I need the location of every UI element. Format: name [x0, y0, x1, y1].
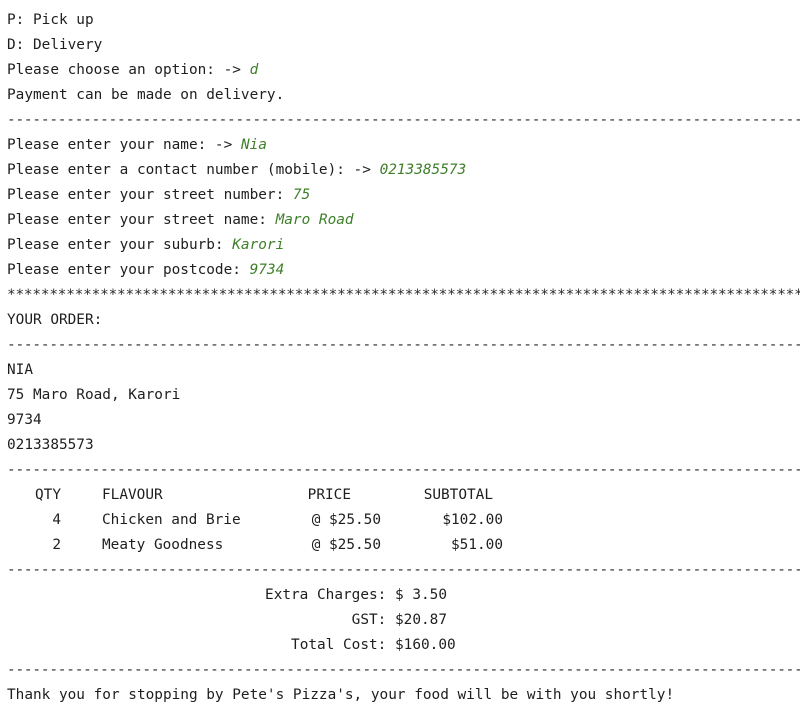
contact-line: Please enter a contact number (mobile): …	[7, 158, 800, 183]
choose-option-prompt: Please choose an option: ->	[7, 62, 250, 78]
postcode-line: Please enter your postcode: 9734	[7, 258, 800, 283]
qty-header: QTY	[35, 487, 61, 503]
menu-option-pickup: P: Pick up	[7, 12, 94, 28]
street-name-prompt: Please enter your street name:	[7, 212, 276, 228]
star-separator: ****************************************…	[7, 287, 800, 303]
choose-option-input[interactable]: d	[250, 62, 259, 78]
order-postcode: 9734	[7, 412, 42, 428]
subtotal-header: SUBTOTAL	[423, 487, 493, 503]
suburb-line: Please enter your suburb: Karori	[7, 233, 800, 258]
menu-option-delivery: D: Delivery	[7, 37, 103, 53]
postcode-input[interactable]: 9734	[250, 262, 285, 278]
postcode-prompt: Please enter your postcode:	[7, 262, 250, 278]
choose-option-line: Please choose an option: -> d	[7, 58, 800, 83]
item-qty: 2	[52, 537, 61, 553]
street-number-line: Please enter your street number: 75	[7, 183, 800, 208]
order-address: 75 Maro Road, Karori	[7, 387, 181, 403]
order-heading: YOUR ORDER:	[7, 312, 103, 328]
name-input[interactable]: Nia	[241, 137, 267, 153]
item-price: @ $25.50	[311, 537, 381, 553]
console-output: P: Pick up D: Delivery Please choose an …	[7, 8, 800, 708]
separator: ----------------------------------------…	[7, 112, 800, 128]
total-cost-value: $160.00	[395, 637, 456, 653]
total-cost-label: Total Cost:	[291, 637, 395, 653]
gst-label: GST:	[351, 612, 395, 628]
separator: ----------------------------------------…	[7, 562, 800, 578]
contact-input[interactable]: 0213385573	[380, 162, 467, 178]
item-subtotal: $102.00	[442, 512, 503, 528]
total-cost-line: Total Cost: $160.00	[7, 633, 800, 658]
payment-note: Payment can be made on delivery.	[7, 87, 285, 103]
street-name-input[interactable]: Maro Road	[276, 212, 354, 228]
gst-line: GST: $20.87	[7, 608, 800, 633]
item-subtotal: $51.00	[451, 537, 503, 553]
extra-charges-line: Extra Charges: $ 3.50	[7, 583, 800, 608]
order-table-header: QTY FLAVOUR PRICE SUBTOTAL	[7, 483, 800, 508]
extra-charges-label: Extra Charges:	[265, 587, 395, 603]
gst-value: $20.87	[395, 612, 447, 628]
price-header: PRICE	[307, 487, 351, 503]
separator: ----------------------------------------…	[7, 462, 800, 478]
order-customer-name: NIA	[7, 362, 33, 378]
name-prompt: Please enter your name: ->	[7, 137, 241, 153]
table-row: 2 Meaty Goodness @ $25.50 $51.00	[7, 533, 800, 558]
contact-prompt: Please enter a contact number (mobile): …	[7, 162, 380, 178]
street-number-prompt: Please enter your street number:	[7, 187, 293, 203]
item-flavour: Chicken and Brie	[102, 512, 241, 528]
separator: ----------------------------------------…	[7, 662, 800, 678]
item-price: @ $25.50	[311, 512, 381, 528]
item-qty: 4	[52, 512, 61, 528]
separator: ----------------------------------------…	[7, 337, 800, 353]
order-phone: 0213385573	[7, 437, 94, 453]
suburb-prompt: Please enter your suburb:	[7, 237, 233, 253]
street-number-input[interactable]: 75	[293, 187, 310, 203]
thank-you-message: Thank you for stopping by Pete's Pizza's…	[7, 687, 675, 703]
item-flavour: Meaty Goodness	[102, 537, 224, 553]
name-line: Please enter your name: -> Nia	[7, 133, 800, 158]
suburb-input[interactable]: Karori	[232, 237, 284, 253]
extra-charges-value: $ 3.50	[395, 587, 447, 603]
table-row: 4 Chicken and Brie @ $25.50 $102.00	[7, 508, 800, 533]
street-name-line: Please enter your street name: Maro Road	[7, 208, 800, 233]
flavour-header: FLAVOUR	[102, 487, 163, 503]
